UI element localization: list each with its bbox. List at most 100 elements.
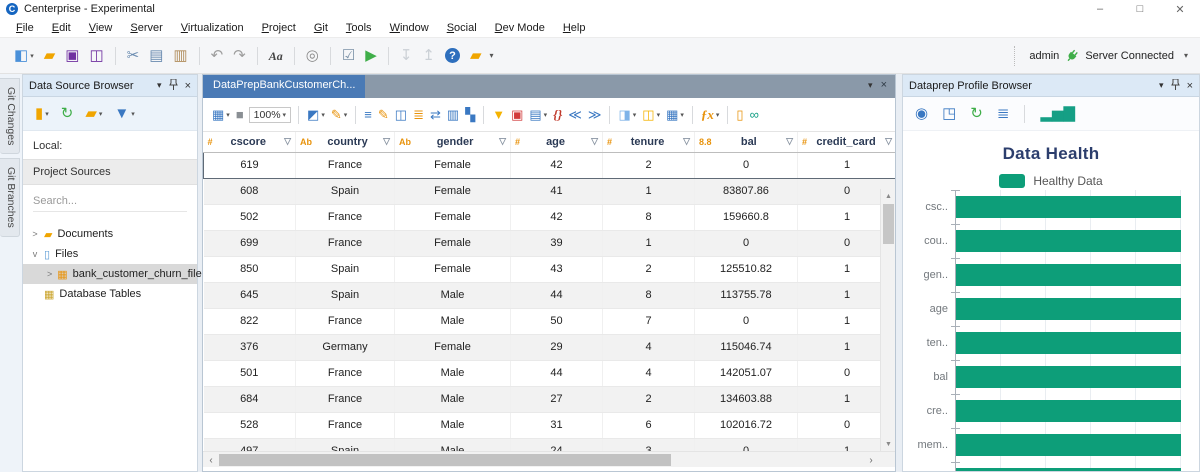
table-cell[interactable]: 645 — [204, 282, 296, 308]
add-database-source-icon[interactable]: ▮▾ — [31, 103, 53, 125]
save-icon[interactable]: ▣ — [61, 45, 83, 67]
table-cell[interactable]: Spain — [296, 178, 395, 204]
table-row[interactable]: 850SpainFemale432125510.821 — [204, 256, 896, 282]
table-cell[interactable]: 376 — [204, 334, 296, 360]
menu-help[interactable]: Help — [555, 20, 594, 36]
edit-field-icon[interactable]: ✎ — [375, 105, 392, 125]
table-cell[interactable]: 29 — [511, 334, 603, 360]
save-all-icon[interactable]: ◫ — [85, 45, 107, 67]
new-dataflow-icon[interactable]: ◧▾ — [10, 45, 38, 67]
table-cell[interactable]: France — [296, 152, 395, 178]
brackets-icon[interactable]: {} — [550, 105, 565, 125]
refresh-profile-icon[interactable]: ↻ — [966, 103, 987, 125]
table-cell[interactable]: 113755.78 — [695, 282, 798, 308]
rename-field-icon[interactable]: ◫ — [392, 105, 410, 125]
menu-social[interactable]: Social — [439, 20, 485, 36]
tree-item-bank_customer_churn_file[interactable]: >▦bank_customer_churn_file — [23, 264, 197, 284]
maximize-button[interactable]: □ — [1120, 0, 1160, 18]
table-cell[interactable]: Male — [395, 360, 511, 386]
tab-list-icon[interactable]: ▾ — [868, 80, 873, 91]
menu-tools[interactable]: Tools — [338, 20, 380, 36]
find-icon[interactable]: ◎ — [302, 45, 323, 67]
tree-item-database-tables[interactable]: ▦Database Tables — [23, 284, 197, 304]
table-cell[interactable]: 102016.72 — [695, 412, 798, 438]
column-filter-icon[interactable]: ▽ — [591, 136, 598, 147]
table-row[interactable]: 376GermanyFemale294115046.741 — [204, 334, 896, 360]
tree-expander-icon[interactable]: > — [31, 229, 39, 239]
zoom-level-box[interactable]: 100%▾ — [249, 107, 291, 123]
table-cell[interactable]: 42 — [511, 204, 603, 230]
pin-icon[interactable] — [1171, 79, 1180, 93]
table-cell[interactable]: 2 — [603, 152, 695, 178]
menu-file[interactable]: File — [8, 20, 42, 36]
minimize-button[interactable]: – — [1080, 0, 1120, 18]
table-cell[interactable]: 850 — [204, 256, 296, 282]
column-header-tenure[interactable]: #tenure▽ — [603, 132, 695, 152]
table-cell[interactable]: France — [296, 204, 395, 230]
undo-icon[interactable]: ↶ — [207, 45, 228, 67]
table-row[interactable]: 645SpainMale448113755.781 — [204, 282, 896, 308]
table-cell[interactable]: 619 — [204, 152, 296, 178]
expand-view-icon[interactable]: ◳ — [938, 103, 960, 125]
table-cell[interactable]: Spain — [296, 282, 395, 308]
copy-icon[interactable]: ▤ — [145, 45, 167, 67]
table-cell[interactable]: 502 — [204, 204, 296, 230]
scroll-right-icon[interactable]: › — [863, 452, 879, 468]
job-progress-icon[interactable]: ↧ — [396, 45, 417, 67]
table-cell[interactable]: 134603.88 — [695, 386, 798, 412]
table-cell[interactable]: 2 — [603, 386, 695, 412]
project-sources-header[interactable]: Project Sources — [23, 159, 197, 185]
close-document-icon[interactable]: × — [881, 79, 887, 91]
table-cell[interactable]: France — [296, 360, 395, 386]
table-row[interactable]: 608SpainFemale41183807.860 — [204, 178, 896, 204]
cut-icon[interactable]: ✂ — [123, 45, 144, 67]
scroll-left-icon[interactable]: ‹ — [203, 452, 219, 468]
table-cell[interactable]: 44 — [511, 360, 603, 386]
menu-dev-mode[interactable]: Dev Mode — [487, 20, 553, 36]
column-header-age[interactable]: #age▽ — [511, 132, 603, 152]
table-cell[interactable]: 0 — [695, 230, 798, 256]
tree-expander-icon[interactable]: > — [47, 269, 52, 279]
column-header-gender[interactable]: Abgender▽ — [395, 132, 511, 152]
table-cell[interactable]: Male — [395, 308, 511, 334]
table-cell[interactable]: Female — [395, 178, 511, 204]
table-cell[interactable]: 528 — [204, 412, 296, 438]
redo-icon[interactable]: ↷ — [229, 45, 250, 67]
window-position-icon[interactable]: ▾ — [1159, 80, 1164, 91]
add-field-icon[interactable]: ≡ — [361, 105, 375, 125]
merge-icon[interactable]: ≫ — [585, 105, 605, 125]
close-button[interactable]: ✕ — [1160, 0, 1200, 18]
column-header-credit_card[interactable]: #credit_card▽ — [798, 132, 896, 152]
table-cell[interactable]: Male — [395, 412, 511, 438]
table-cell[interactable]: 142051.07 — [695, 360, 798, 386]
open-icon[interactable]: ▰ — [40, 45, 60, 67]
column-filter-icon[interactable]: ▽ — [383, 136, 390, 147]
table-cell[interactable]: 44 — [511, 282, 603, 308]
table-cell[interactable]: France — [296, 230, 395, 256]
table-cell[interactable]: 4 — [603, 334, 695, 360]
table-cell[interactable]: 7 — [603, 308, 695, 334]
column-filter-icon[interactable]: ▽ — [284, 136, 291, 147]
tree-item-documents[interactable]: >▰Documents — [23, 224, 197, 244]
document-tab[interactable]: DataPrepBankCustomerCh... — [203, 75, 365, 98]
menu-edit[interactable]: Edit — [44, 20, 79, 36]
verify-icon[interactable]: ☑ — [338, 45, 359, 67]
toolbar-options-icon[interactable]: ▾ — [1180, 51, 1192, 60]
table-row[interactable]: 501FranceMale444142051.070 — [204, 360, 896, 386]
table-cell[interactable]: Germany — [296, 334, 395, 360]
view-mode-icon[interactable]: ▦▾ — [209, 105, 233, 125]
layers-icon[interactable]: ◨▾ — [615, 105, 639, 125]
column-filter-icon[interactable]: ▽ — [683, 136, 690, 147]
refresh-icon[interactable]: ↻ — [57, 103, 78, 125]
profile-search-icon[interactable]: ◉ — [911, 103, 932, 125]
table-cell[interactable]: France — [296, 412, 395, 438]
table-cell[interactable]: 39 — [511, 230, 603, 256]
field-list-icon[interactable]: ≣ — [993, 103, 1014, 125]
column-filter-icon[interactable]: ▽ — [885, 136, 892, 147]
side-tab-git-branches[interactable]: Git Branches — [0, 158, 20, 237]
table-cell[interactable]: 699 — [204, 230, 296, 256]
table-cell[interactable]: Female — [395, 256, 511, 282]
function-icon[interactable]: ƒx▾ — [698, 105, 723, 125]
paste-icon[interactable]: ▥ — [169, 45, 191, 67]
table-row[interactable]: 822FranceMale50701 — [204, 308, 896, 334]
